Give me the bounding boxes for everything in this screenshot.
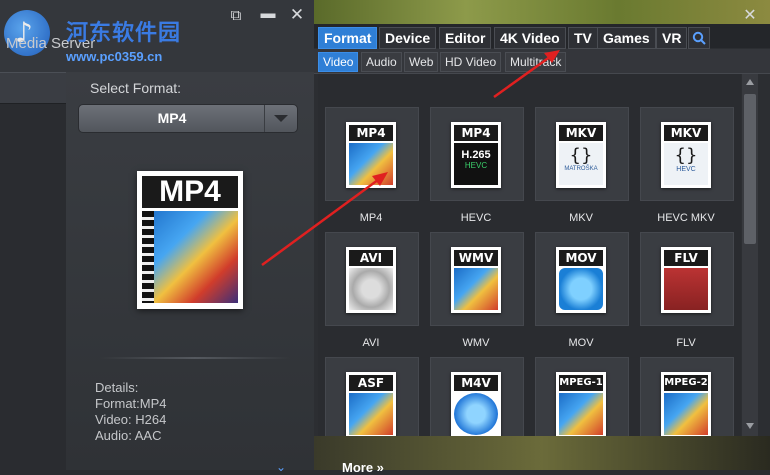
annotation-arrow	[261, 175, 383, 267]
annotation-arrows	[261, 50, 560, 267]
annotation-arrow	[493, 52, 555, 99]
